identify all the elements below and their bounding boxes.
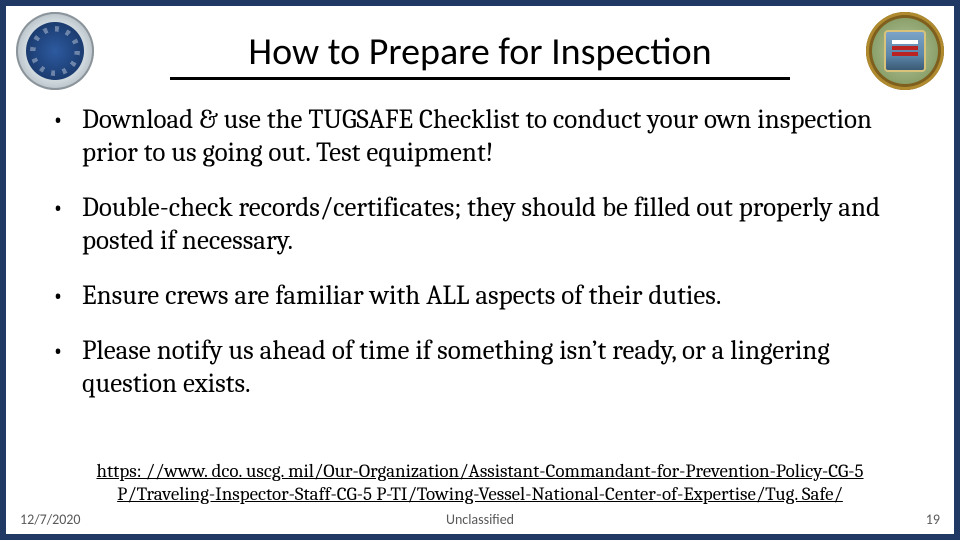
footer-classification: Unclassified <box>446 511 514 528</box>
header: How to Prepare for Inspection <box>6 6 954 92</box>
footer-meta: 12/7/2020 Unclassified 19 <box>6 509 954 534</box>
slide: How to Prepare for Inspection Download &… <box>0 0 960 540</box>
dhs-seal-icon <box>16 12 94 90</box>
list-item: Download & use the TUGSAFE Checklist to … <box>40 104 926 170</box>
footer-page-number: 19 <box>926 511 940 528</box>
list-item: Ensure crews are familiar with ALL aspec… <box>40 280 926 313</box>
title-wrap: How to Prepare for Inspection <box>94 23 866 80</box>
bullet-list: Download & use the TUGSAFE Checklist to … <box>40 104 926 401</box>
content: Download & use the TUGSAFE Checklist to … <box>6 92 954 460</box>
footer-date: 12/7/2020 <box>20 511 80 528</box>
list-item: Please notify us ahead of time if someth… <box>40 335 926 401</box>
list-item: Double-check records/certificates; they … <box>40 192 926 258</box>
slide-title: How to Prepare for Inspection <box>170 29 790 80</box>
coast-guard-seal-icon <box>866 12 944 90</box>
footer-link[interactable]: https: //www. dco. uscg. mil/Our-Organiz… <box>6 460 954 510</box>
